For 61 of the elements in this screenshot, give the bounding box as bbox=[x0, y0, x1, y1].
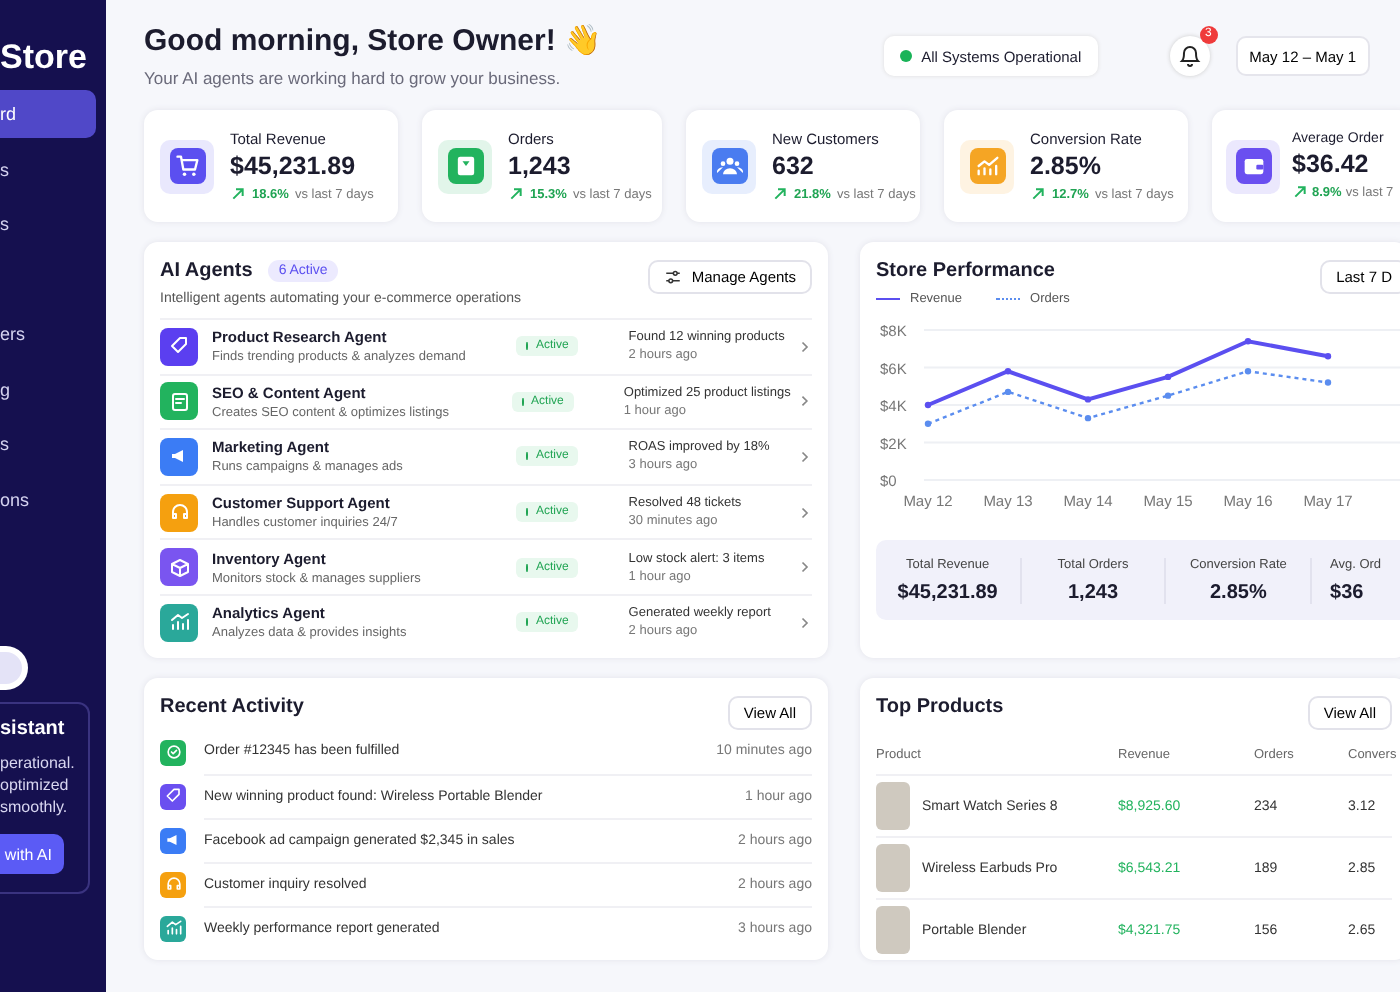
robot-icon bbox=[0, 646, 28, 690]
stat-value: $36.42 bbox=[1292, 150, 1371, 178]
nav-item[interactable]: g bbox=[0, 365, 20, 413]
trend-up-icon bbox=[230, 186, 246, 202]
chevron-right-icon bbox=[798, 449, 813, 464]
nav-item[interactable]: rd bbox=[0, 90, 96, 138]
notification-button[interactable] bbox=[1169, 36, 1210, 76]
trend-up-icon bbox=[508, 186, 524, 202]
photo-placeholder bbox=[876, 782, 910, 830]
nav-item[interactable]: s bbox=[0, 200, 20, 248]
summary-value: $45,231.89 bbox=[895, 581, 1000, 603]
chevron-right-icon bbox=[798, 394, 812, 409]
assistant-title: sistant bbox=[0, 718, 65, 740]
panel-title: Top Products bbox=[876, 696, 1004, 718]
summary-value: 2.85% bbox=[1208, 581, 1269, 603]
data-point bbox=[1004, 388, 1012, 396]
photo-placeholder bbox=[876, 844, 910, 892]
stat-value: 632 bbox=[772, 152, 816, 180]
chevron-right-icon bbox=[798, 339, 813, 354]
chevron-right-icon bbox=[798, 615, 813, 630]
stat-value: $45,231.89 bbox=[230, 152, 358, 180]
data-point bbox=[1084, 414, 1092, 422]
data-point bbox=[1324, 353, 1332, 360]
data-point bbox=[1324, 379, 1332, 386]
subtitle: Your AI agents are working hard to grow your business. bbox=[144, 68, 563, 88]
nav-item[interactable]: s bbox=[0, 420, 20, 468]
panel-title: AI Agents bbox=[160, 260, 253, 282]
data-point bbox=[1164, 392, 1172, 399]
data-point bbox=[924, 401, 932, 409]
data-point bbox=[924, 420, 932, 427]
summary-value: $36 bbox=[1330, 581, 1366, 603]
chevron-right-icon bbox=[798, 560, 813, 575]
panel-title: Recent Activity bbox=[160, 696, 304, 718]
summary-value: 1,243 bbox=[1065, 581, 1121, 603]
chevron-right-icon bbox=[798, 505, 813, 520]
stat-value: 2.85% bbox=[1030, 152, 1103, 180]
greeting: Good morning, Store Owner! 👋 bbox=[144, 22, 604, 62]
chat-button[interactable]: with AI bbox=[0, 834, 64, 874]
assistant-text: smoothly. bbox=[0, 796, 68, 818]
nav-item[interactable]: ers bbox=[0, 310, 32, 358]
photo-placeholder bbox=[876, 906, 910, 954]
bell-icon bbox=[1177, 44, 1202, 68]
assistant-text: optimized bbox=[0, 774, 69, 796]
legend-line bbox=[876, 298, 900, 300]
trend-up-icon bbox=[1292, 184, 1308, 200]
data-point bbox=[1244, 338, 1252, 345]
data-point bbox=[1244, 368, 1252, 375]
legend-line bbox=[996, 298, 1021, 300]
assistant-text: perational. bbox=[0, 752, 75, 774]
sliders-icon bbox=[663, 268, 682, 286]
nav-item[interactable]: s bbox=[0, 145, 20, 193]
trend-up-icon bbox=[1030, 186, 1046, 202]
status-dot bbox=[899, 50, 912, 62]
stat-value: 1,243 bbox=[508, 152, 573, 180]
panel-title: Store Performance bbox=[876, 260, 1057, 282]
nav-item[interactable]: ons bbox=[0, 475, 36, 523]
data-point bbox=[1164, 373, 1172, 381]
trend-up-icon bbox=[772, 186, 788, 202]
data-point bbox=[1084, 396, 1092, 403]
data-point bbox=[1004, 368, 1012, 375]
app-title: Store bbox=[0, 36, 87, 80]
